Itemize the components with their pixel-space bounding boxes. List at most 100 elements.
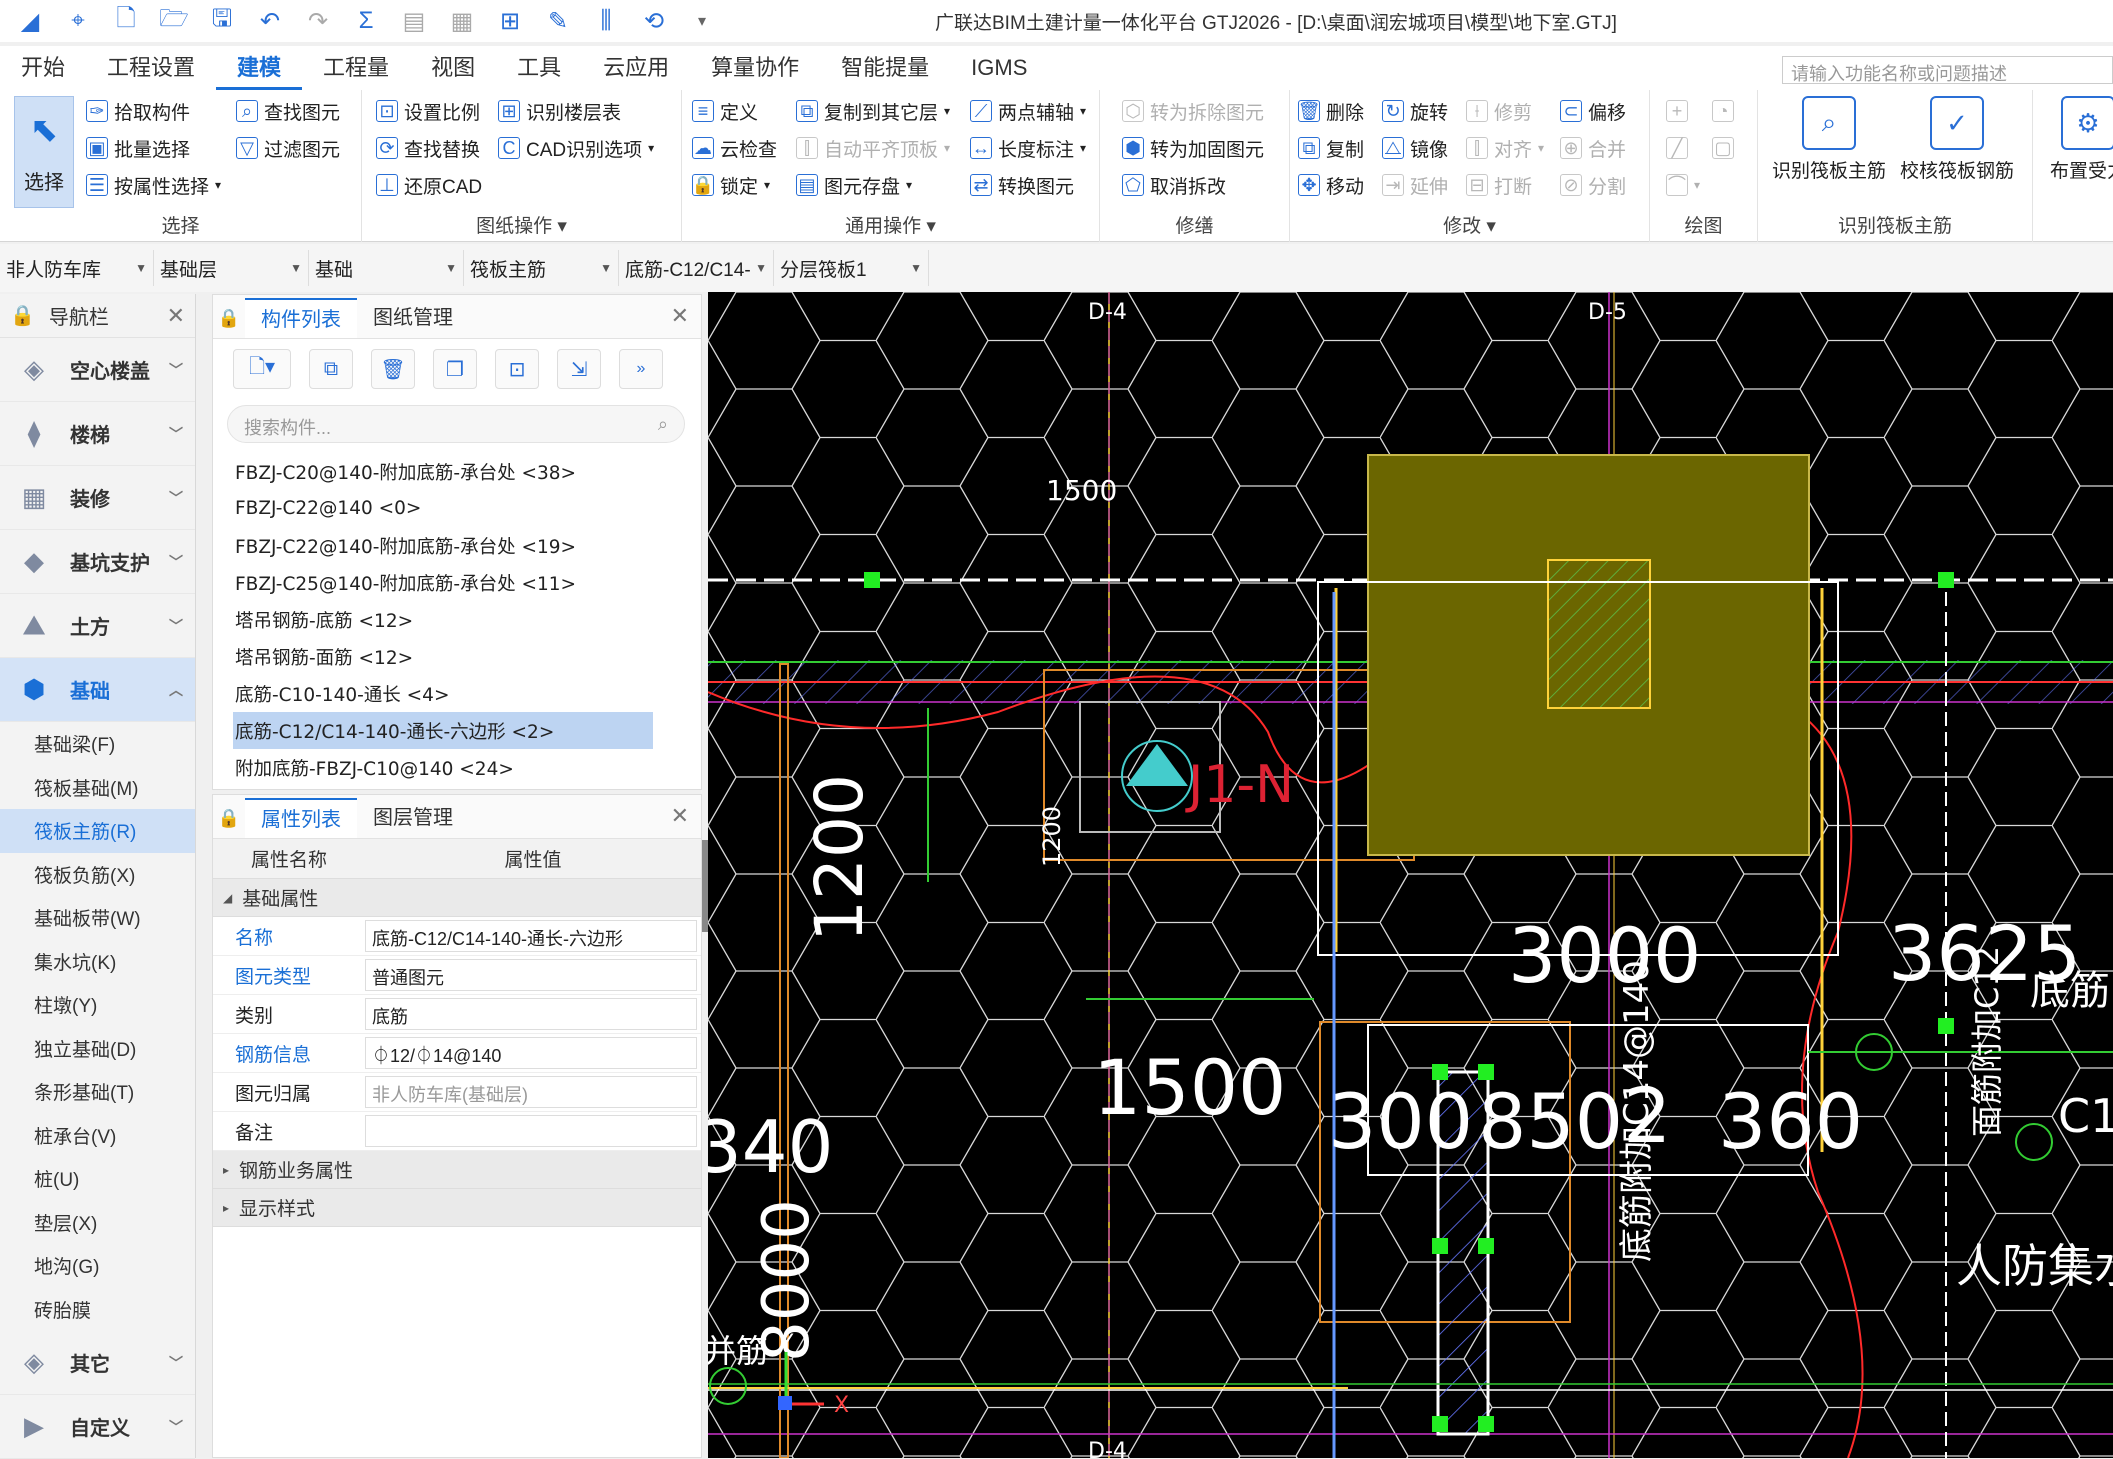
draw-arc-center-button[interactable]: ◔ <box>1712 94 1734 128</box>
nav-category-pit-support[interactable]: ◆ 基坑支护 ﹀ <box>0 530 195 594</box>
nav-item-raft-negative-rebar[interactable]: 筏板负筋(X) <box>0 853 195 897</box>
undo-icon[interactable]: ↶ <box>246 0 294 42</box>
close-icon[interactable]: ✕ <box>671 803 689 829</box>
nav-category-earthwork[interactable]: ⛰ 土方 ﹀ <box>0 594 195 658</box>
component-item[interactable]: FBZJ-C20@140-附加底筋-承台处 <38> <box>213 453 701 490</box>
structure-icon[interactable]: ⊞ <box>486 0 534 42</box>
draw-point-button[interactable]: + <box>1666 94 1688 128</box>
lock-button[interactable]: 🔒 锁定 ▾ <box>692 168 770 202</box>
floor-filter-dropdown[interactable]: 非人防车库 ▼ <box>0 250 154 286</box>
rotate-button[interactable]: ↻ 旋转 <box>1382 94 1448 128</box>
tab-component-list[interactable]: 构件列表 <box>245 298 357 338</box>
tab-property-list[interactable]: 属性列表 <box>245 798 357 838</box>
menu-view[interactable]: 视图 <box>410 46 496 90</box>
cad-options-button[interactable]: C CAD识别选项 ▾ <box>498 131 654 165</box>
nav-item-cushion[interactable]: 垫层(X) <box>0 1201 195 1245</box>
nav-item-trench[interactable]: 地沟(G) <box>0 1244 195 1288</box>
move-button[interactable]: ✥ 移动 <box>1298 168 1364 202</box>
property-value-input[interactable]: ⏀12/⏀14@140 <box>365 1037 697 1069</box>
nav-item-foundation-strip[interactable]: 基础板带(W) <box>0 896 195 940</box>
more-tools-button[interactable]: » <box>619 349 663 389</box>
layer-filter-dropdown[interactable]: 基础层 ▼ <box>154 250 309 286</box>
menu-modeling[interactable]: 建模 <box>216 46 303 90</box>
lock-icon[interactable]: 🔒 <box>213 298 245 338</box>
lock-icon[interactable]: 🔒 <box>213 798 245 838</box>
length-dimension-button[interactable]: ↔ 长度标注 ▾ <box>970 131 1086 165</box>
close-icon[interactable]: ✕ <box>167 303 185 329</box>
nav-item-strip-footing[interactable]: 条形基础(T) <box>0 1070 195 1114</box>
formula-icon[interactable]: Σ <box>342 0 390 42</box>
grip-point[interactable] <box>1432 1238 1448 1254</box>
layer-copy-button[interactable]: ⊡ <box>495 349 539 389</box>
tab-drawing-management[interactable]: 图纸管理 <box>357 298 469 338</box>
cloud-check-button[interactable]: ☁ 云检查 <box>692 131 777 165</box>
draw-icon[interactable]: ✎ <box>534 0 582 42</box>
filter-element-button[interactable]: ▽ 过滤图元 <box>236 131 340 165</box>
menu-igms[interactable]: IGMS <box>950 46 1048 90</box>
two-point-axis-button[interactable]: ⟋ 两点辅轴 ▾ <box>970 94 1086 128</box>
restore-cad-button[interactable]: ⊥ 还原CAD <box>376 168 482 202</box>
extend-button[interactable]: ⇥ 延伸 <box>1382 168 1448 202</box>
tab-layer-management[interactable]: 图层管理 <box>357 798 469 838</box>
delete-button[interactable]: 🗑 删除 <box>1298 94 1364 128</box>
lock-icon[interactable]: 🔒 <box>10 303 35 328</box>
menu-tools[interactable]: 工具 <box>496 46 582 90</box>
merge-button[interactable]: ⊕ 合并 <box>1560 131 1626 165</box>
grip-point[interactable] <box>1938 1018 1954 1034</box>
split-button[interactable]: ⊘ 分割 <box>1560 168 1626 202</box>
nav-category-custom[interactable]: ▶ 自定义 ﹀ <box>0 1395 195 1459</box>
pick-component-button[interactable]: ✑ 拾取构件 <box>86 94 190 128</box>
menu-project-settings[interactable]: 工程设置 <box>86 46 216 90</box>
nav-item-pile-cap[interactable]: 桩承台(V) <box>0 1114 195 1158</box>
cad-drawing[interactable]: D-4 D-5 D-4 J1-N 1500 1200 1200 1200 300 <box>708 292 2113 1458</box>
nav-category-hollow-floor[interactable]: ◈ 空心楼盖 ﹀ <box>0 338 195 402</box>
draw-line-button[interactable]: ╱ <box>1666 131 1688 165</box>
save-icon[interactable]: 🖫 <box>198 0 246 42</box>
draw-arc-button[interactable]: ⌒ ▾ <box>1666 168 1700 202</box>
more-icon[interactable]: ▾ <box>678 0 726 42</box>
mirror-button[interactable]: ⧍ 镜像 <box>1382 131 1448 165</box>
element-save-button[interactable]: ▤ 图元存盘 ▾ <box>796 168 912 202</box>
app-logo-icon[interactable]: ◢ <box>6 0 54 42</box>
recognize-floor-table-button[interactable]: ⊞ 识别楼层表 <box>498 94 621 128</box>
delete-component-button[interactable]: 🗑 <box>371 349 415 389</box>
batch-select-button[interactable]: ▣ 批量选择 <box>86 131 190 165</box>
draw-rect-button[interactable]: ▢ <box>1712 131 1734 165</box>
ruler-icon[interactable]: ⫼ <box>582 0 630 42</box>
new-component-button[interactable]: 🗋▾ <box>233 349 291 389</box>
duplicate-component-button[interactable]: ❐ <box>433 349 477 389</box>
component-item[interactable]: 塔吊钢筋-面筋 <12> <box>213 638 701 675</box>
menu-collab[interactable]: 算量协作 <box>690 46 820 90</box>
section-basic-properties[interactable]: ◢ 基础属性 <box>213 879 701 917</box>
open-folder-icon[interactable]: 🗁 <box>150 0 198 42</box>
grip-point[interactable] <box>1478 1238 1494 1254</box>
set-scale-button[interactable]: ⊡ 设置比例 <box>376 94 480 128</box>
menu-start[interactable]: 开始 <box>0 46 86 90</box>
property-value-input[interactable]: 底筋 <box>365 998 697 1030</box>
define-button[interactable]: ≡ 定义 <box>692 94 758 128</box>
cad-drawing-canvas[interactable]: D-4 D-5 D-4 J1-N 1500 1200 1200 1200 300 <box>708 292 2113 1458</box>
property-value-input[interactable]: 普通图元 <box>365 959 697 991</box>
component-item[interactable]: FBZJ-C22@140-附加底筋-承台处 <19> <box>213 527 701 564</box>
property-value-input[interactable]: 底筋-C12/C14-140-通长-六边形 <box>365 920 697 952</box>
close-icon[interactable]: ✕ <box>671 303 689 329</box>
select-by-property-button[interactable]: ☰ 按属性选择 ▾ <box>86 168 221 202</box>
menu-smart[interactable]: 智能提量 <box>820 46 950 90</box>
nav-item-raft-main-rebar[interactable]: 筏板主筋(R) <box>0 809 195 853</box>
section-rebar-properties[interactable]: ▸ 钢筋业务属性 <box>213 1151 701 1189</box>
component-item[interactable]: 附加底筋-FBZJ-C10@140 <24> <box>213 749 701 786</box>
new-file-icon[interactable]: 🗋 <box>102 0 150 42</box>
arrange-force-button[interactable]: ⚙布置受力 <box>2043 96 2113 183</box>
nav-item-brick-mold[interactable]: 砖胎膜 <box>0 1288 195 1332</box>
check-raft-rebar-button[interactable]: ✓ 校核筏板钢筋 <box>1900 96 2014 183</box>
nav-category-stairs[interactable]: ⧫ 楼梯 ﹀ <box>0 402 195 466</box>
nav-item-foundation-beam[interactable]: 基础梁(F) <box>0 722 195 766</box>
section-display-style[interactable]: ▸ 显示样式 <box>213 1189 701 1227</box>
redo-icon[interactable]: ↷ <box>294 0 342 42</box>
trim-button[interactable]: ⟊ 修剪 <box>1466 94 1532 128</box>
find-element-button[interactable]: ⌕ 查找图元 <box>236 94 340 128</box>
menu-cloud[interactable]: 云应用 <box>582 46 690 90</box>
sync-icon[interactable]: ⟲ <box>630 0 678 42</box>
nav-item-isolated-footing[interactable]: 独立基础(D) <box>0 1027 195 1071</box>
report-icon[interactable]: ▤ <box>390 0 438 42</box>
